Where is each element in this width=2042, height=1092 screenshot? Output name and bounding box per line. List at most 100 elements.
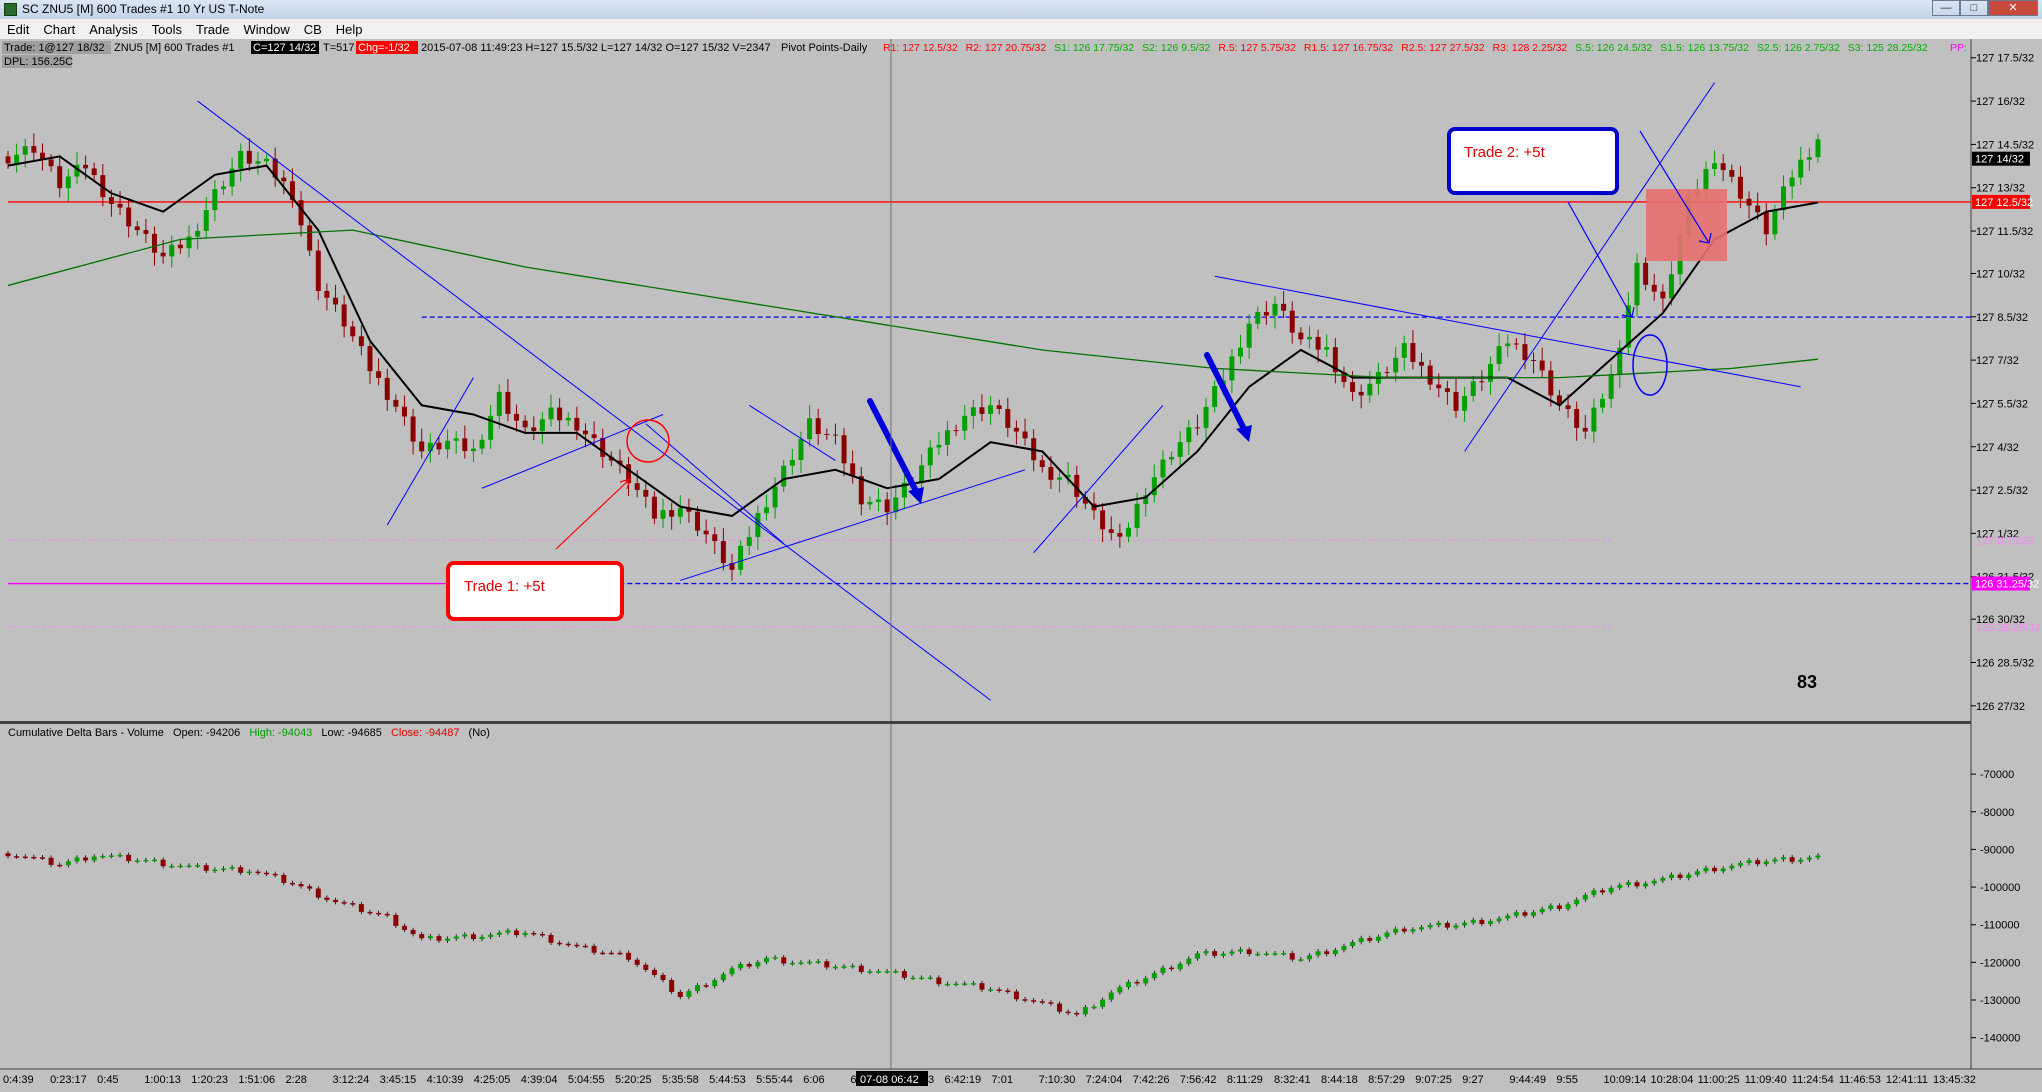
time-tick-label: 11:46:53 (1839, 1074, 1881, 1086)
delta-bar-body (1806, 857, 1812, 860)
delta-bar-body (893, 971, 899, 973)
candle-body (1427, 365, 1433, 385)
delta-bar-body (505, 930, 511, 933)
time-tick-label: 11:09:40 (1745, 1074, 1787, 1086)
delta-bar-body (763, 957, 769, 963)
menu-window[interactable]: Window (236, 19, 296, 38)
candle-body (1272, 303, 1278, 316)
delta-tick-label: -110000 (1980, 920, 2020, 932)
delta-bar-body (1479, 919, 1485, 924)
candle-body (1281, 303, 1287, 311)
menu-trade[interactable]: Trade (189, 19, 236, 38)
candle-body (307, 225, 313, 251)
candle-body (1574, 408, 1580, 428)
candle-body (350, 326, 356, 337)
price-tick-label: 127 17.5/32 (1976, 53, 2034, 65)
panel-splitter[interactable] (0, 721, 1971, 724)
candle-body (57, 166, 63, 189)
menu-tools[interactable]: Tools (145, 19, 189, 38)
delta-bar-body (798, 962, 804, 964)
candle-body (436, 442, 442, 450)
delta-bar-body (255, 871, 261, 874)
delta-bar-body (186, 865, 192, 867)
candle-body (763, 507, 769, 514)
time-tick-label: 5:04:55 (568, 1074, 605, 1086)
close-button[interactable]: ✕ (1988, 0, 2038, 16)
maximize-button[interactable]: □ (1960, 0, 1988, 16)
candle-body (48, 159, 54, 167)
delta-bar-body (324, 897, 330, 900)
chart-background (0, 39, 2042, 1092)
candle-body (660, 510, 666, 519)
delta-bar-body (1668, 874, 1674, 879)
menu-edit[interactable]: Edit (0, 19, 36, 38)
candle-body (832, 434, 838, 436)
delta-bar-body (401, 925, 407, 930)
candle-body (1108, 529, 1114, 533)
menu-cb[interactable]: CB (297, 19, 329, 38)
delta-bar-body (1057, 1003, 1063, 1012)
candle-body (970, 407, 976, 416)
menu-chart[interactable]: Chart (36, 19, 82, 38)
candle-body (91, 168, 97, 176)
lower-panel-legend: Cumulative Delta Bars - Volume Open: -94… (8, 727, 490, 739)
delta-bar-body (841, 966, 847, 968)
candle-body (1350, 382, 1356, 392)
candle-body (384, 377, 390, 400)
delta-bar-body (298, 884, 304, 887)
delta-bar-body (927, 977, 933, 980)
minimize-button[interactable]: — (1932, 0, 1960, 16)
candle-body (401, 406, 407, 417)
time-tick-label: 8:44:18 (1321, 1074, 1358, 1086)
menu-analysis[interactable]: Analysis (82, 19, 144, 38)
delta-bar-body (1082, 1007, 1088, 1015)
delta-bar-body (341, 902, 347, 904)
delta-bar-body (462, 934, 468, 937)
ticks-label: T=517 (323, 42, 355, 54)
candle-body (238, 150, 244, 169)
candle-body (462, 438, 468, 452)
candle-body (1410, 343, 1416, 362)
candle-body (1263, 312, 1269, 316)
candle-body (772, 486, 778, 508)
delta-bar-body (755, 962, 761, 967)
delta-bar-body (1505, 915, 1511, 919)
candle-body (1453, 391, 1459, 411)
candle-body (1479, 381, 1485, 383)
menu-help[interactable]: Help (329, 19, 370, 38)
candle-body (496, 391, 502, 416)
time-tick-label: 1:51:06 (238, 1074, 275, 1086)
delta-bar-body (1375, 936, 1381, 941)
candle-body (143, 230, 149, 234)
delta-bar-body (1470, 919, 1476, 923)
delta-bar-body (1031, 1000, 1037, 1002)
time-tick-label: 2:28 (285, 1074, 306, 1086)
delta-bar-body (281, 875, 287, 883)
candle-body (470, 448, 476, 452)
delta-bar-body (419, 934, 425, 939)
candle-body (160, 252, 166, 257)
delta-bar-body (1462, 922, 1468, 926)
delta-bar-body (850, 965, 856, 968)
candle-body (65, 176, 71, 189)
delta-bar-body (264, 872, 270, 875)
pivot-pp: PP: (1950, 42, 1967, 54)
price-tick-label: 127 2.5/32 (1976, 485, 2028, 497)
candle-body (1772, 210, 1778, 235)
delta-bar-body (83, 857, 89, 861)
delta-bar-body (39, 857, 45, 859)
chart-area[interactable]: Trade 1: +5t Trade 2: +5t 83 127 17.5/32… (0, 39, 2042, 1092)
delta-bar-body (367, 911, 373, 914)
candle-body (522, 420, 528, 428)
candle-body (548, 407, 554, 420)
delta-bar-body (1677, 874, 1683, 879)
delta-bar-body (1160, 967, 1166, 973)
delta-bar-body (1350, 942, 1356, 947)
delta-bar-body (100, 856, 106, 858)
candle-body (1755, 205, 1761, 213)
candle-body (531, 427, 537, 431)
candle-body (152, 233, 158, 253)
candle-body (1729, 170, 1735, 177)
time-tick-label: 9:44:49 (1509, 1074, 1546, 1086)
candle-body (514, 413, 520, 421)
